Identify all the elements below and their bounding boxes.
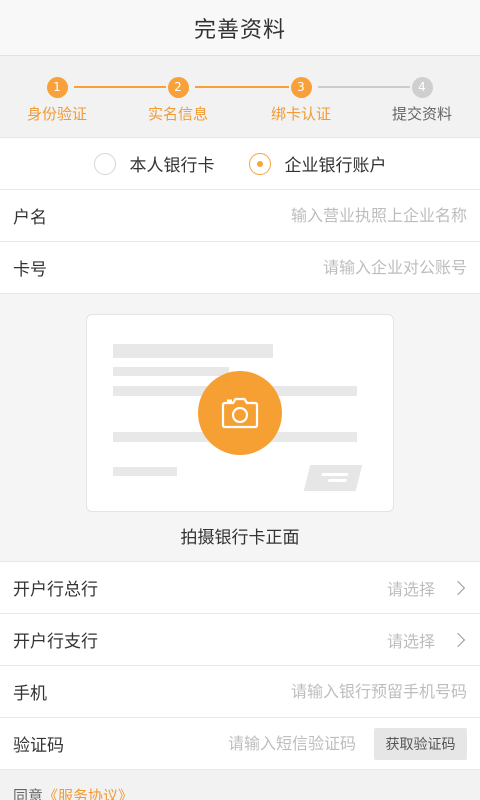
- card-number-input[interactable]: [113, 258, 467, 277]
- chevron-right-icon: [450, 580, 466, 595]
- card-line-placeholder: [113, 467, 177, 476]
- sms-code-label: 验证码: [13, 736, 64, 756]
- agreement-row: 同意 《服务协议》: [0, 770, 480, 800]
- bank-branch-row[interactable]: 开户行支行 请选择: [0, 614, 480, 666]
- radio-label: 本人银行卡: [129, 156, 215, 176]
- card-number-row: 卡号: [0, 242, 480, 294]
- step-number: 4: [411, 77, 433, 98]
- card-number-label: 卡号: [13, 260, 47, 280]
- radio-button-selected[interactable]: [248, 152, 271, 175]
- step-label: 身份验证: [26, 105, 87, 123]
- camera-button[interactable]: [198, 371, 282, 455]
- step-identity-verification: 1 身份验证: [0, 76, 117, 124]
- bank-head-office-select[interactable]: 请选择: [113, 576, 435, 600]
- bank-head-office-label: 开户行总行: [13, 580, 98, 600]
- step-bind-card: 3 绑卡认证: [241, 76, 361, 124]
- sms-code-row: 验证码 获取验证码: [0, 718, 480, 770]
- card-line-placeholder: [113, 367, 229, 376]
- step-label: 实名信息: [147, 105, 208, 123]
- header: 完善资料: [0, 0, 480, 56]
- photo-caption: 拍摄银行卡正面: [180, 528, 300, 548]
- card-photo-section: 拍摄银行卡正面: [0, 294, 480, 562]
- chevron-right-icon: [450, 632, 466, 647]
- radio-personal-card[interactable]: 本人银行卡: [93, 151, 215, 176]
- camera-icon: [221, 397, 259, 429]
- service-agreement-link[interactable]: 《服务协议》: [43, 785, 133, 800]
- phone-label: 手机: [13, 684, 47, 704]
- card-type-selector: 本人银行卡 企业银行账户: [0, 138, 480, 190]
- get-code-button[interactable]: 获取验证码: [374, 727, 467, 760]
- phone-row: 手机: [0, 666, 480, 718]
- page-title: 完善资料: [193, 17, 286, 43]
- step-real-name-info: 2 实名信息: [118, 76, 238, 124]
- step-label: 绑卡认证: [270, 105, 331, 123]
- step-number: 1: [46, 77, 68, 98]
- account-name-input[interactable]: [113, 206, 467, 225]
- account-name-row: 户名: [0, 190, 480, 242]
- bank-branch-select[interactable]: 请选择: [113, 628, 435, 652]
- sms-code-input[interactable]: [113, 734, 356, 753]
- step-number: 3: [290, 77, 312, 98]
- bank-head-office-row[interactable]: 开户行总行 请选择: [0, 562, 480, 614]
- bank-branch-label: 开户行支行: [13, 632, 98, 652]
- app: 完善资料 1 身份验证 2 实名信息 3 绑卡认证 4 提交资料 本人银行卡 企…: [0, 0, 480, 800]
- progress-steps: 1 身份验证 2 实名信息 3 绑卡认证 4 提交资料: [0, 56, 480, 138]
- step-label: 提交资料: [391, 105, 452, 123]
- step-number: 2: [167, 77, 189, 98]
- radio-button[interactable]: [93, 152, 116, 175]
- card-line-placeholder: [113, 344, 273, 358]
- agreement-prefix: 同意: [13, 786, 44, 800]
- phone-input[interactable]: [113, 682, 467, 701]
- account-name-label: 户名: [13, 208, 47, 228]
- radio-label: 企业银行账户: [284, 156, 387, 176]
- step-submit-info: 4 提交资料: [362, 76, 480, 124]
- radio-business-account[interactable]: 企业银行账户: [248, 151, 387, 176]
- card-logo-icon: [303, 465, 363, 491]
